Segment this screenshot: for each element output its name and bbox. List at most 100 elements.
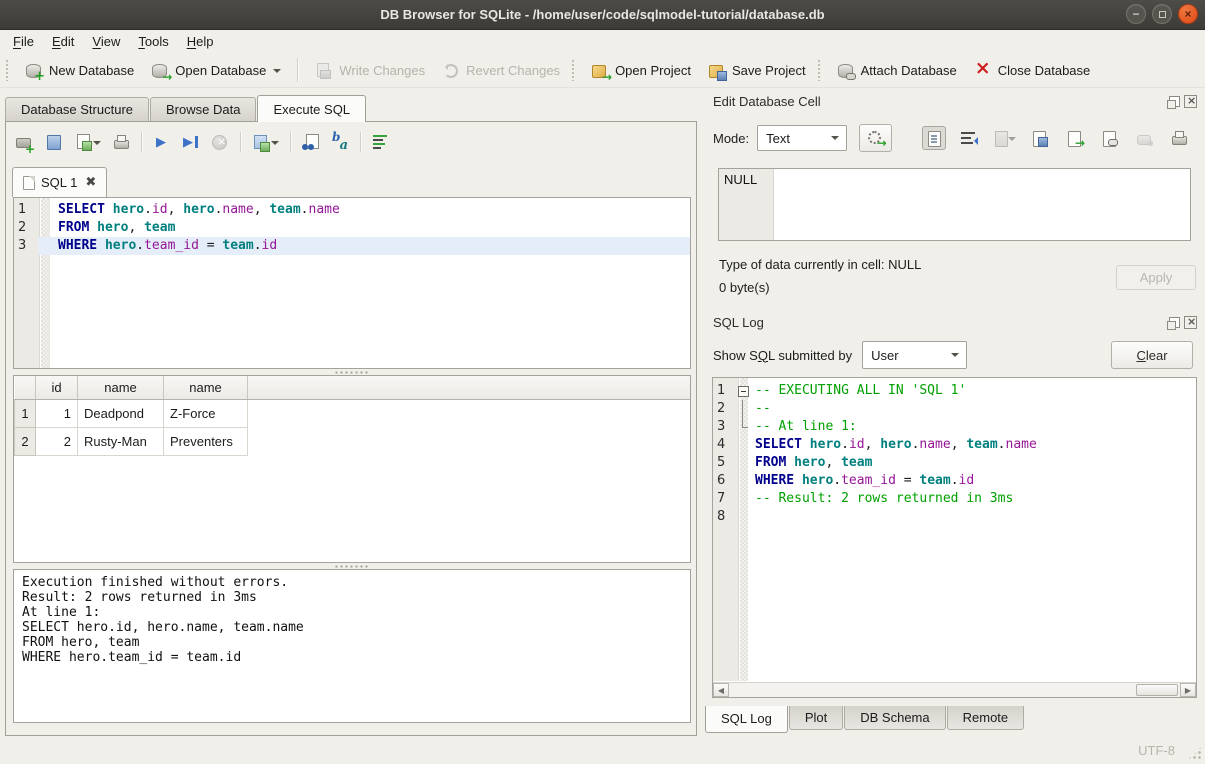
attach-database-button[interactable]: Attach Database	[828, 58, 965, 83]
fold-marker-icon[interactable]	[737, 418, 751, 436]
resize-grip[interactable]	[1188, 746, 1202, 760]
menu-file[interactable]: File	[4, 32, 43, 51]
table-cell[interactable]: 2	[36, 427, 78, 455]
scrollbar-track[interactable]	[729, 683, 1180, 697]
tab-database-structure[interactable]: Database Structure	[5, 97, 149, 122]
stop-button[interactable]	[209, 131, 231, 153]
toolbar-separator	[141, 132, 142, 152]
table-cell[interactable]: Preventers	[164, 427, 248, 455]
clear-log-button[interactable]: Clear	[1111, 341, 1193, 369]
minimize-button[interactable]: −	[1126, 4, 1146, 24]
maximize-button[interactable]	[1152, 4, 1172, 24]
mode-select[interactable]: Text	[757, 125, 847, 151]
table-cell[interactable]: Rusty-Man	[78, 427, 164, 455]
open-project-icon	[590, 62, 609, 79]
text-mode-button[interactable]	[922, 126, 946, 150]
word-wrap-button[interactable]	[957, 126, 981, 150]
menu-tools[interactable]: Tools	[129, 32, 177, 51]
code-text: FROM hero, team	[751, 454, 1196, 472]
save-results-button[interactable]	[250, 131, 281, 153]
mode-label: Mode:	[713, 131, 749, 146]
table-cell[interactable]: Z-Force	[164, 399, 248, 427]
open-database-button[interactable]: Open Database	[142, 58, 289, 83]
fold-margin	[737, 490, 751, 508]
dock-close-icon[interactable]	[1184, 95, 1197, 108]
dock-tab-db-schema[interactable]: DB Schema	[844, 706, 945, 730]
cell-value: NULL	[724, 172, 757, 187]
dock-float-icon[interactable]	[1169, 96, 1180, 107]
menu-view[interactable]: View	[83, 32, 129, 51]
fold-marker-icon[interactable]	[737, 382, 751, 400]
print-cell-button[interactable]	[1167, 126, 1191, 150]
dropdown-caret-icon[interactable]	[273, 69, 281, 77]
find-button[interactable]	[300, 131, 322, 153]
log-filter-select[interactable]: User	[862, 341, 967, 369]
open-external-button[interactable]	[1062, 126, 1086, 150]
message-line: SELECT hero.id, hero.name, team.name	[22, 620, 682, 635]
dropdown-caret-icon[interactable]	[93, 141, 101, 149]
tab-browse-data[interactable]: Browse Data	[150, 97, 256, 122]
find-replace-button[interactable]	[329, 131, 351, 153]
dropdown-caret-icon[interactable]	[1008, 137, 1016, 145]
dock-close-icon[interactable]	[1184, 316, 1197, 329]
titlebar[interactable]: DB Browser for SQLite - /home/user/code/…	[0, 0, 1205, 30]
sql-doc-tab[interactable]: SQL 1 ✖	[12, 167, 107, 197]
dock-tab-remote[interactable]: Remote	[947, 706, 1025, 730]
close-database-button[interactable]: Close Database	[965, 58, 1099, 83]
dock-tab-sql-log[interactable]: SQL Log	[705, 706, 788, 733]
code-line: 1-- EXECUTING ALL IN 'SQL 1'	[713, 382, 1196, 400]
open-project-button[interactable]: Open Project	[582, 58, 699, 83]
menu-edit[interactable]: Edit	[43, 32, 83, 51]
open-sql-file-button[interactable]	[43, 131, 65, 153]
cell-value-editor[interactable]: NULL	[718, 168, 1191, 241]
copy-link-button[interactable]	[1097, 126, 1121, 150]
auto-apply-button[interactable]	[859, 124, 892, 152]
corner-header-cell[interactable]	[15, 376, 36, 399]
dock-float-icon[interactable]	[1169, 317, 1180, 328]
table-cell[interactable]: Deadpond	[78, 399, 164, 427]
tab-execute-sql[interactable]: Execute SQL	[257, 95, 366, 122]
menu-help[interactable]: Help	[178, 32, 223, 51]
column-header[interactable]: id	[36, 376, 78, 399]
save-sql-file-button[interactable]	[72, 131, 103, 153]
row-number-cell[interactable]: 1	[15, 399, 36, 427]
scrollbar-thumb[interactable]	[1136, 684, 1178, 696]
sql-editor-toolbar	[14, 129, 392, 155]
code-text: WHERE hero.team_id = team.id	[38, 237, 690, 255]
dock-tab-plot[interactable]: Plot	[789, 706, 843, 730]
line-number: 6	[713, 472, 737, 490]
line-number: 3	[713, 418, 737, 436]
new-sql-tab-button[interactable]	[14, 131, 36, 153]
row-number-cell[interactable]: 2	[15, 427, 36, 455]
scroll-left-icon[interactable]: ◀	[713, 683, 729, 697]
apply-button[interactable]: Apply	[1116, 265, 1196, 290]
save-project-button[interactable]: Save Project	[699, 58, 814, 83]
print-button[interactable]	[110, 131, 132, 153]
fold-marker-icon[interactable]	[737, 400, 751, 418]
tab-close-icon[interactable]: ✖	[85, 176, 96, 189]
new-database-button[interactable]: New Database	[16, 58, 142, 83]
save-as-icon	[1030, 129, 1048, 147]
set-null-button[interactable]	[1132, 126, 1156, 150]
execute-line-button[interactable]	[180, 131, 202, 153]
statusbar: UTF-8	[0, 738, 1205, 764]
table-cell[interactable]: 1	[36, 399, 78, 427]
column-header[interactable]: name	[78, 376, 164, 399]
log-horizontal-scrollbar[interactable]: ◀ ▶	[713, 682, 1196, 697]
dropdown-caret-icon[interactable]	[271, 141, 279, 149]
sql-editor[interactable]: 1SELECT hero.id, hero.name, team.name2FR…	[13, 197, 691, 369]
encoding-indicator[interactable]: UTF-8	[1138, 743, 1175, 758]
format-sql-button[interactable]	[370, 131, 392, 153]
word-wrap-icon	[960, 129, 978, 147]
execute-all-button[interactable]	[151, 131, 173, 153]
save-as-button[interactable]	[1027, 126, 1051, 150]
close-button[interactable]: ×	[1178, 4, 1198, 24]
write-changes-button[interactable]: Write Changes	[306, 58, 433, 83]
header-filler	[248, 376, 691, 399]
gear-icon	[867, 130, 885, 146]
import-text-button[interactable]	[992, 126, 1016, 150]
column-header[interactable]: name	[164, 376, 248, 399]
revert-changes-button[interactable]: Revert Changes	[433, 58, 568, 83]
code-text: -- Result: 2 rows returned in 3ms	[751, 490, 1196, 508]
scroll-right-icon[interactable]: ▶	[1180, 683, 1196, 697]
